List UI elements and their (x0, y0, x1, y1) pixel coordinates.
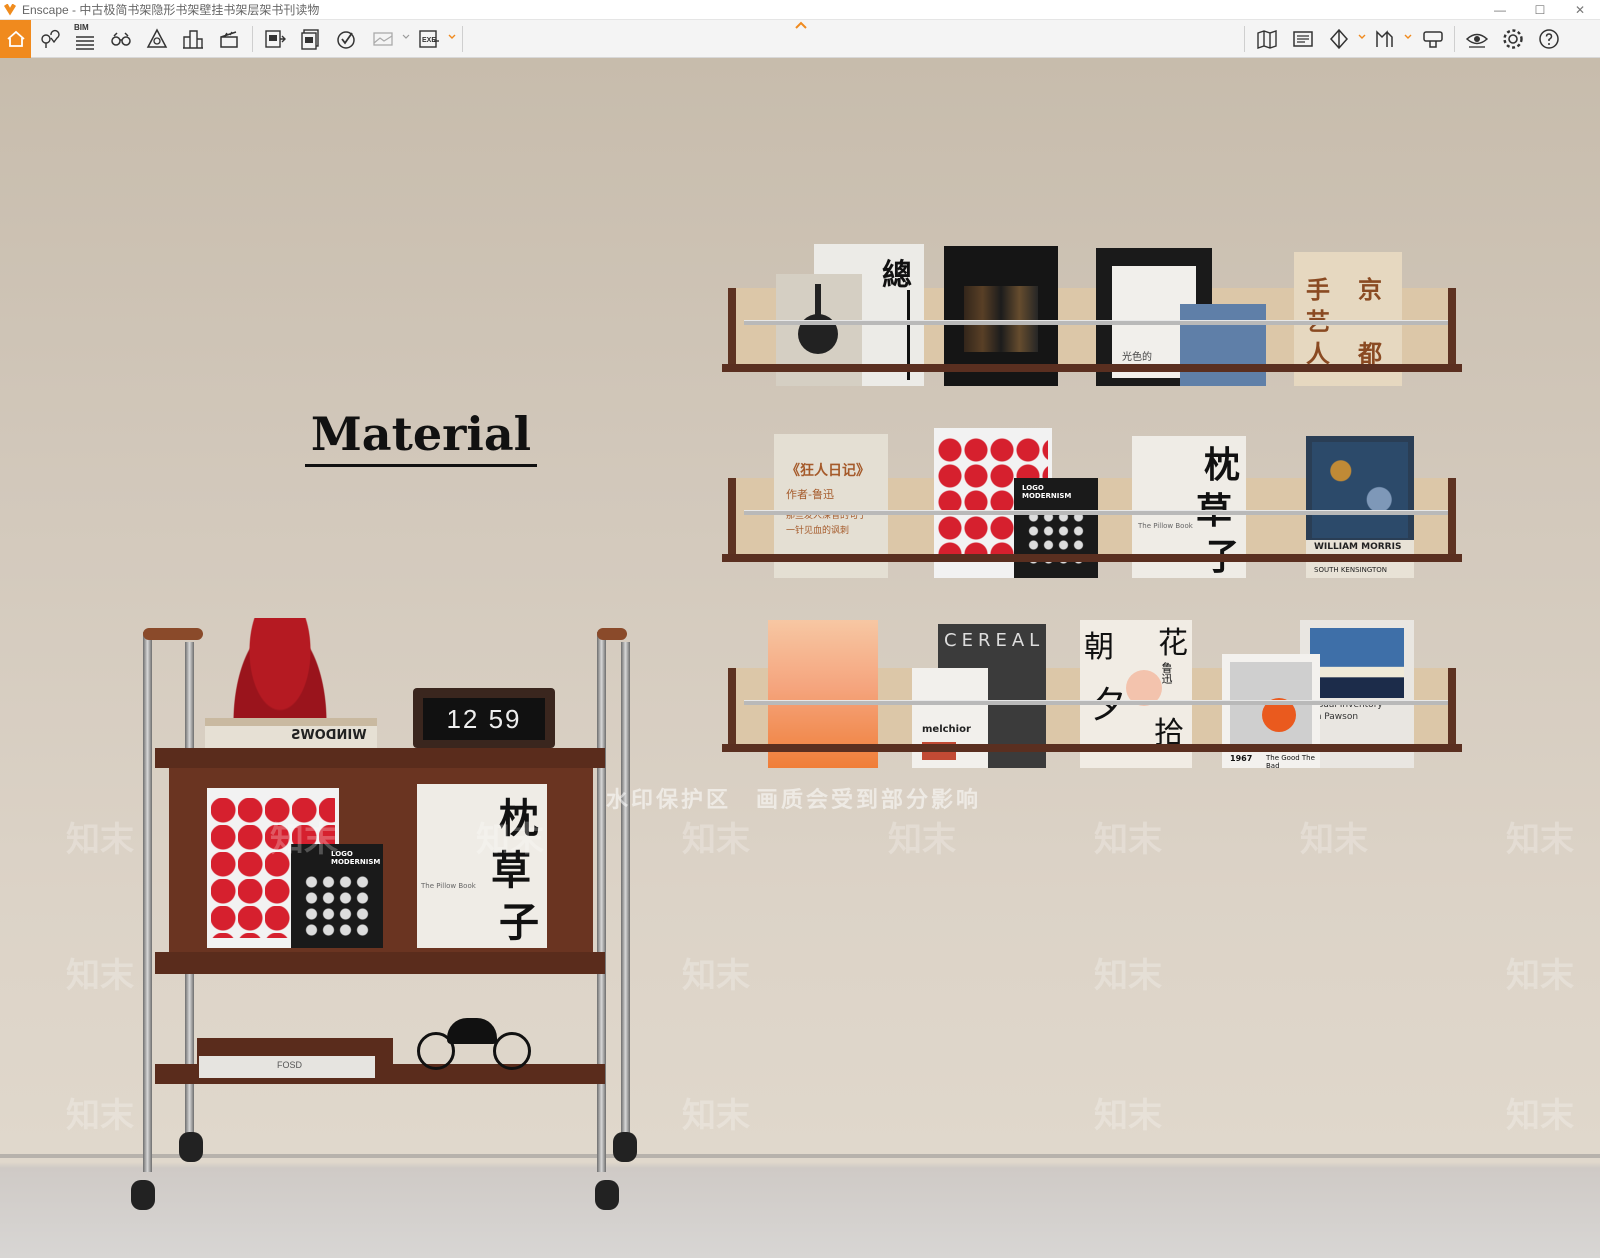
chevron-down-icon[interactable] (402, 33, 410, 41)
screenshot-button[interactable] (262, 26, 288, 52)
home-button[interactable] (0, 20, 31, 58)
location-icon (41, 29, 60, 48)
wall-shelf-bottom: CEREAL melchior 朝 花 夕 拾 鲁迅 Visual Invent… (722, 620, 1462, 768)
vr-icon (337, 31, 355, 49)
book: melchior (912, 668, 988, 768)
screenshot-icon (265, 30, 286, 48)
book-stack: WINDOWS (205, 718, 377, 748)
buildings-icon (183, 30, 203, 49)
capture-icon (1423, 31, 1443, 48)
bim-button[interactable]: BIM (72, 23, 98, 52)
batch-render-button[interactable] (298, 26, 324, 52)
render-viewport[interactable]: Material 總 光色的 手 京 艺 都 人 (0, 58, 1600, 1258)
window-controls: — ☐ ✕ (1480, 0, 1600, 20)
chevron-down-icon[interactable] (1358, 33, 1366, 41)
exe-export-icon: EXE (419, 30, 439, 48)
wall-shelf-top: 總 光色的 手 京 艺 都 人 (722, 244, 1462, 386)
enscape-logo-icon (4, 3, 16, 16)
book: 枕 草 子 The Pillow Book (417, 784, 547, 948)
atmosphere-icon (146, 28, 168, 48)
assets-icon (1293, 31, 1313, 47)
panorama-icon (373, 32, 393, 46)
maximize-button[interactable]: ☐ (1520, 0, 1560, 20)
settings-icon (1503, 29, 1523, 49)
exe-export-button[interactable]: EXE (416, 26, 442, 52)
map-icon (1257, 30, 1277, 49)
settings-button[interactable] (1500, 26, 1526, 52)
asset-library-button[interactable] (1290, 26, 1316, 52)
binoculars-icon (111, 32, 131, 46)
flip-clock: 12 59 (413, 688, 555, 748)
material-editor-button[interactable] (1326, 26, 1352, 52)
capture-button[interactable] (1420, 26, 1446, 52)
batch-render-icon (301, 29, 319, 50)
video-editor-button[interactable] (216, 26, 242, 52)
materials-icon (1329, 28, 1349, 50)
visual-settings-icon (1465, 33, 1489, 48)
watermark-banner: 水印保护区 画质会受到部分影响 (606, 787, 982, 812)
help-button[interactable] (1536, 26, 1562, 52)
chevron-down-icon[interactable] (448, 33, 456, 41)
book (1180, 304, 1266, 386)
close-button[interactable]: ✕ (1560, 0, 1600, 20)
binoculars-button[interactable] (108, 26, 134, 52)
collapse-toolbar-icon[interactable] (794, 20, 808, 30)
home-icon (6, 30, 25, 47)
clapper-icon (220, 31, 238, 48)
map-button[interactable] (1254, 26, 1280, 52)
title-bar: Enscape - 中古极简书架隐形书架壁挂书架层架书刊读物 — ☐ ✕ (0, 0, 1600, 20)
book: LOGO MODERNISM (1014, 478, 1098, 578)
location-button[interactable] (36, 26, 62, 52)
views-button[interactable] (1372, 26, 1398, 52)
chevron-down-icon[interactable] (1404, 33, 1412, 41)
help-icon (1539, 29, 1559, 49)
panorama-button[interactable] (370, 26, 396, 52)
buildings-button[interactable] (180, 26, 206, 52)
wall-shelf-middle: 《狂人日记》 作者-鲁迅 那些发人深省的句子 一针见血的讽刺 LOGO MODE… (722, 428, 1462, 578)
record-player: FOSD (197, 1038, 393, 1080)
material-heading: Material (305, 408, 537, 467)
window-title: Enscape - 中古极简书架隐形书架壁挂书架层架书刊读物 (22, 3, 320, 17)
visual-settings-button[interactable] (1464, 26, 1490, 52)
atmosphere-button[interactable] (144, 26, 170, 52)
views-icon (1376, 30, 1393, 47)
minimize-button[interactable]: — (1480, 0, 1520, 20)
bar-cart: WINDOWS 12 59 LOGO MODERNISM 枕 草 子 The P… (131, 618, 645, 1222)
bim-label: BIM (74, 23, 89, 32)
vr-button[interactable] (334, 26, 360, 52)
cyclist-figurine (417, 1012, 535, 1072)
